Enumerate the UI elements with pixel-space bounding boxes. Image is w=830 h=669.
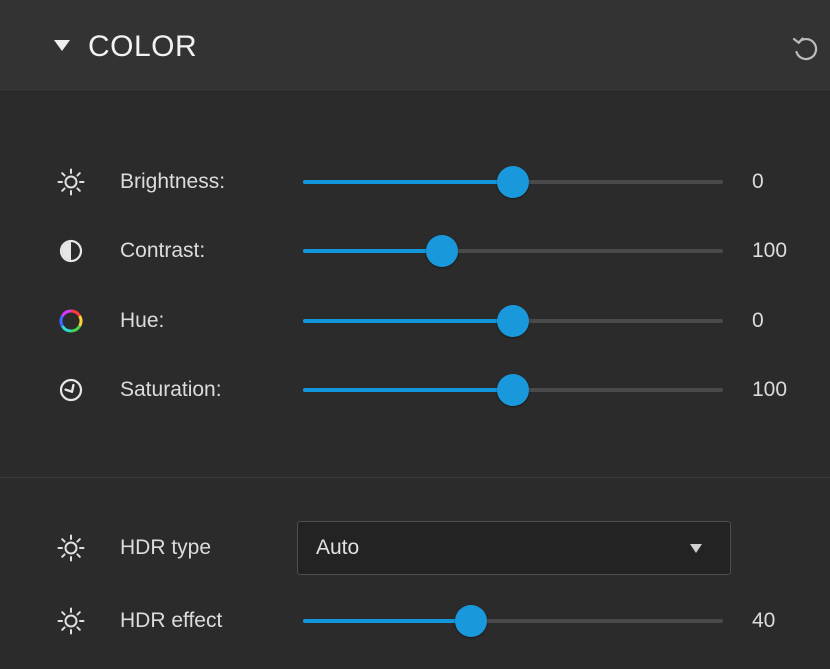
saturation-icon — [59, 378, 83, 402]
brightness-row: Brightness: 0 — [0, 162, 830, 202]
color-section-header[interactable]: COLOR — [0, 0, 830, 92]
saturation-row: Saturation: 100 — [0, 370, 830, 410]
contrast-slider[interactable] — [303, 231, 723, 271]
contrast-icon — [59, 239, 83, 263]
brightness-slider[interactable] — [303, 162, 723, 202]
hdr-type-selected-value: Auto — [316, 536, 360, 559]
slider-fill — [303, 619, 471, 623]
hue-ring-icon — [59, 309, 83, 333]
hdr-type-label: HDR type — [120, 536, 212, 559]
slider-fill — [303, 319, 513, 323]
brightness-label: Brightness: — [120, 170, 226, 193]
hue-row: Hue: 0 — [0, 301, 830, 341]
hdr-type-select[interactable]: Auto — [297, 521, 731, 575]
saturation-value: 100 — [752, 378, 788, 401]
sun-icon — [57, 534, 85, 562]
color-panel: COLOR Brightness: 0 Contrast: 100 Hue: 0… — [0, 0, 830, 669]
hdr-type-row: HDR type Auto — [0, 521, 830, 575]
hue-value: 0 — [752, 309, 764, 332]
hdr-effect-slider[interactable] — [303, 601, 723, 641]
slider-thumb[interactable] — [455, 605, 487, 637]
slider-thumb[interactable] — [497, 166, 529, 198]
sun-icon — [57, 607, 85, 635]
slider-fill — [303, 180, 513, 184]
brightness-value: 0 — [752, 170, 764, 193]
sun-icon — [57, 168, 85, 196]
saturation-label: Saturation: — [120, 378, 222, 401]
slider-thumb[interactable] — [497, 305, 529, 337]
hdr-effect-value: 40 — [752, 609, 776, 632]
reset-icon[interactable] — [790, 33, 820, 63]
hdr-effect-row: HDR effect 40 — [0, 601, 830, 641]
hue-slider[interactable] — [303, 301, 723, 341]
chevron-down-icon — [690, 544, 702, 553]
hdr-effect-label: HDR effect — [120, 609, 223, 632]
section-title: COLOR — [88, 30, 198, 63]
contrast-row: Contrast: 100 — [0, 231, 830, 271]
contrast-label: Contrast: — [120, 239, 206, 262]
slider-fill — [303, 388, 513, 392]
hue-label: Hue: — [120, 309, 165, 332]
saturation-slider[interactable] — [303, 370, 723, 410]
section-divider — [0, 477, 830, 478]
slider-thumb[interactable] — [497, 374, 529, 406]
slider-thumb[interactable] — [426, 235, 458, 267]
contrast-value: 100 — [752, 239, 788, 262]
triangle-down-icon[interactable] — [54, 40, 70, 51]
slider-fill — [303, 249, 442, 253]
